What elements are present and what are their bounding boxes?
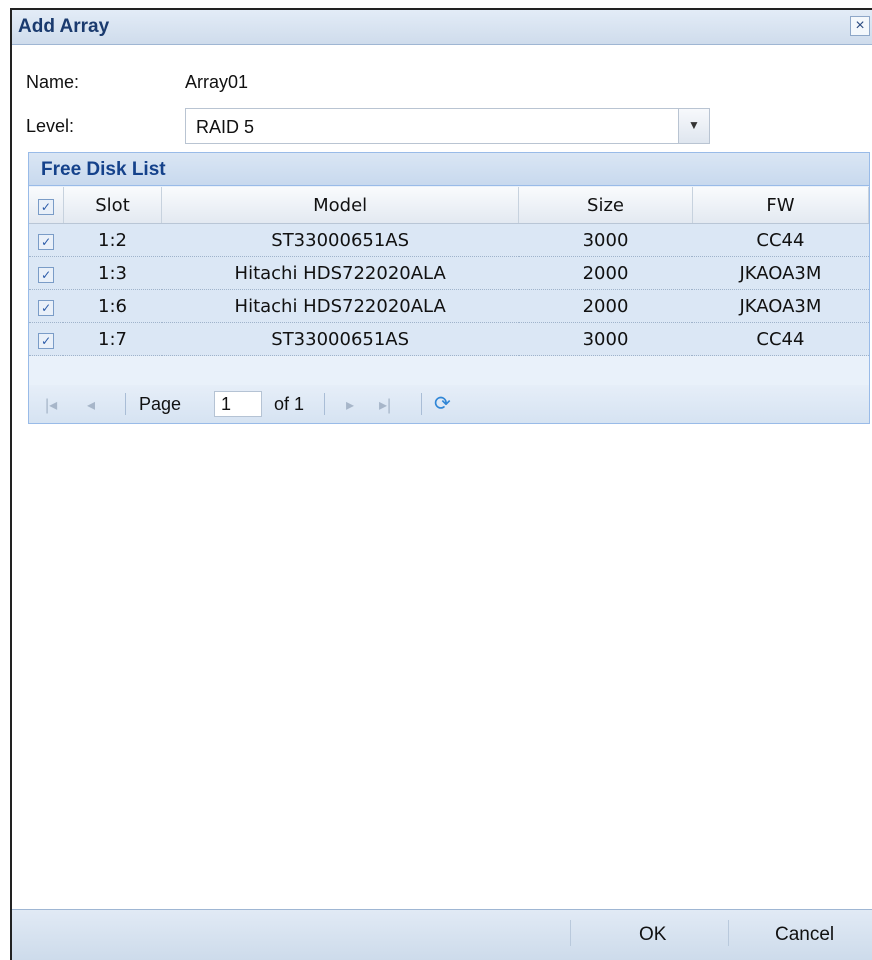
level-select-value: RAID 5 (196, 117, 255, 137)
page-count-label: of 1 (274, 394, 305, 414)
row-checkbox-cell[interactable]: ✓ (29, 256, 64, 290)
column-header-size[interactable]: Size (518, 187, 693, 224)
dialog-title: Add Array (18, 16, 110, 37)
cell-model: Hitachi HDS722020ALA (161, 256, 519, 290)
cell-fw: JKAOA3M (692, 256, 869, 290)
add-array-dialog: Add Array × Name: Array01 Level: RAID 5 … (10, 8, 872, 960)
table-header-row: ✓ Slot Model Size FW (29, 187, 870, 224)
pager-separator (421, 393, 422, 415)
table-row[interactable]: ✓ 1:6 Hitachi HDS722020ALA 2000 JKAOA3M (29, 289, 869, 323)
panel-title: Free Disk List (41, 159, 166, 180)
column-header-model[interactable]: Model (161, 187, 520, 224)
free-disk-list-panel: Free Disk List ✓ Slot Model Size FW ✓ 1:… (28, 152, 870, 424)
level-label: Level: (26, 116, 75, 136)
cell-model: Hitachi HDS722020ALA (161, 289, 519, 323)
page-label: Page (139, 394, 182, 414)
dialog-footer: OK Cancel (12, 909, 872, 960)
cell-model: ST33000651AS (161, 223, 519, 257)
cell-size: 2000 (518, 256, 693, 290)
cell-slot: 1:6 (63, 289, 162, 323)
next-page-icon[interactable]: ▸ (346, 395, 354, 415)
row-checkbox[interactable]: ✓ (38, 233, 55, 250)
cell-size: 2000 (518, 289, 693, 323)
row-checkbox-cell[interactable]: ✓ (29, 322, 64, 356)
name-label: Name: (26, 72, 80, 92)
row-checkbox-cell[interactable]: ✓ (29, 289, 64, 323)
name-value: Array01 (185, 72, 249, 92)
cell-fw: JKAOA3M (692, 289, 869, 323)
prev-page-icon[interactable]: ◂ (87, 395, 95, 415)
column-header-fw[interactable]: FW (692, 187, 870, 224)
row-checkbox[interactable]: ✓ (38, 266, 55, 283)
chevron-down-icon[interactable]: ▼ (678, 109, 709, 143)
disk-table: ✓ Slot Model Size FW ✓ 1:2 ST33000651AS … (29, 187, 870, 356)
cell-slot: 1:3 (63, 256, 162, 290)
paging-toolbar: |◂ ◂ Page 1 of 1 ▸ ▸| ⟳ (29, 385, 869, 423)
cell-size: 3000 (518, 322, 693, 356)
table-row[interactable]: ✓ 1:3 Hitachi HDS722020ALA 2000 JKAOA3M (29, 256, 869, 290)
page-number-input[interactable]: 1 (214, 391, 262, 417)
cancel-button[interactable]: Cancel (775, 924, 834, 946)
last-page-icon[interactable]: ▸| (379, 395, 391, 415)
row-checkbox[interactable]: ✓ (38, 332, 55, 349)
ok-button[interactable]: OK (639, 924, 666, 946)
table-row[interactable]: ✓ 1:7 ST33000651AS 3000 CC44 (29, 322, 869, 356)
select-all-checkbox-cell[interactable]: ✓ (29, 187, 64, 224)
level-select[interactable]: RAID 5 ▼ (185, 108, 710, 144)
row-checkbox[interactable]: ✓ (38, 299, 55, 316)
cell-fw: CC44 (692, 223, 869, 257)
refresh-icon[interactable]: ⟳ (434, 391, 451, 416)
footer-separator (570, 920, 571, 946)
cell-fw: CC44 (692, 322, 869, 356)
column-header-slot[interactable]: Slot (63, 187, 163, 224)
cell-model: ST33000651AS (161, 322, 519, 356)
first-page-icon[interactable]: |◂ (45, 395, 57, 415)
panel-header: Free Disk List (29, 153, 869, 186)
cell-size: 3000 (518, 223, 693, 257)
pager-separator (125, 393, 126, 415)
cell-slot: 1:7 (63, 322, 162, 356)
row-checkbox-cell[interactable]: ✓ (29, 223, 64, 257)
pager-separator (324, 393, 325, 415)
footer-separator (728, 920, 729, 946)
dialog-titlebar: Add Array × (12, 10, 872, 45)
cell-slot: 1:2 (63, 223, 162, 257)
table-row[interactable]: ✓ 1:2 ST33000651AS 3000 CC44 (29, 223, 869, 257)
select-all-checkbox[interactable]: ✓ (37, 198, 54, 215)
close-icon[interactable]: × (850, 16, 870, 36)
